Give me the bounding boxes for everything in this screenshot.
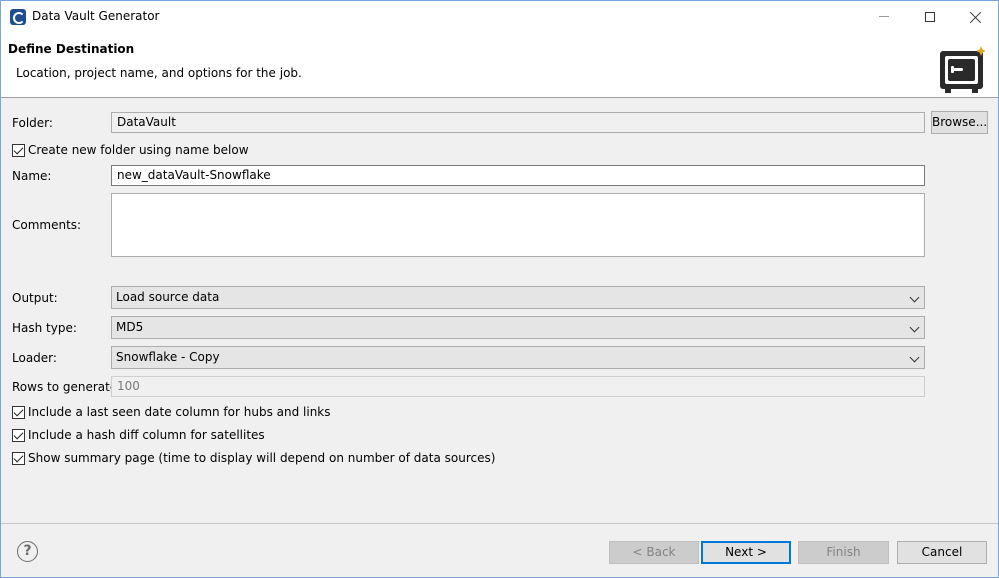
summary-page-checkbox[interactable] bbox=[12, 451, 25, 465]
hash-type-selected-value: MD5 bbox=[116, 320, 144, 334]
browse-button[interactable]: Browse... bbox=[931, 111, 988, 134]
folder-field[interactable]: DataVault bbox=[111, 112, 925, 133]
minimize-button[interactable] bbox=[861, 1, 907, 32]
output-select[interactable]: Load source data bbox=[111, 286, 925, 309]
create-folder-label: Create new folder using name below bbox=[28, 143, 249, 157]
chevron-down-icon bbox=[909, 322, 920, 333]
create-folder-checkbox[interactable] bbox=[12, 143, 25, 157]
rows-input[interactable]: 100 bbox=[111, 376, 925, 397]
rows-label: Rows to generate: bbox=[12, 380, 122, 394]
hash-diff-label: Include a hash diff column for satellite… bbox=[28, 428, 265, 442]
create-folder-checkbox-row[interactable]: Create new folder using name below bbox=[12, 142, 249, 158]
vault-safe-icon bbox=[940, 46, 985, 93]
app-logo-icon bbox=[10, 9, 26, 25]
summary-page-label: Show summary page (time to display will … bbox=[28, 451, 496, 465]
wizard-header: Define Destination Location, project nam… bbox=[1, 32, 998, 98]
close-button[interactable] bbox=[953, 1, 999, 32]
last-seen-checkbox-row[interactable]: Include a last seen date column for hubs… bbox=[12, 404, 331, 420]
folder-label: Folder: bbox=[12, 116, 53, 130]
next-button[interactable]: Next > bbox=[701, 541, 791, 564]
footer-divider bbox=[1, 523, 998, 524]
loader-selected-value: Snowflake - Copy bbox=[116, 350, 220, 364]
page-title: Define Destination bbox=[8, 42, 135, 56]
name-label: Name: bbox=[12, 169, 52, 183]
comments-textarea[interactable] bbox=[111, 193, 925, 257]
close-icon bbox=[970, 11, 982, 23]
cancel-button[interactable]: Cancel bbox=[897, 541, 987, 564]
hash-type-select[interactable]: MD5 bbox=[111, 316, 925, 339]
chevron-down-icon bbox=[909, 352, 920, 363]
hash-type-label: Hash type: bbox=[12, 321, 77, 335]
dialog-window: Data Vault Generator Define Destination … bbox=[0, 0, 999, 578]
window-title: Data Vault Generator bbox=[32, 9, 160, 23]
maximize-icon bbox=[925, 11, 935, 22]
loader-select[interactable]: Snowflake - Copy bbox=[111, 346, 925, 369]
name-input[interactable]: new_dataVault-Snowflake bbox=[111, 165, 925, 186]
comments-label: Comments: bbox=[12, 218, 82, 232]
output-selected-value: Load source data bbox=[116, 290, 220, 304]
back-button[interactable]: < Back bbox=[609, 541, 699, 564]
hash-diff-checkbox-row[interactable]: Include a hash diff column for satellite… bbox=[12, 427, 265, 443]
chevron-down-icon bbox=[909, 292, 920, 303]
summary-page-checkbox-row[interactable]: Show summary page (time to display will … bbox=[12, 450, 495, 466]
last-seen-checkbox[interactable] bbox=[12, 405, 25, 419]
output-label: Output: bbox=[12, 291, 58, 305]
minimize-icon bbox=[879, 16, 889, 17]
hash-diff-checkbox[interactable] bbox=[12, 428, 25, 442]
maximize-button[interactable] bbox=[907, 1, 953, 32]
last-seen-label: Include a last seen date column for hubs… bbox=[28, 405, 331, 419]
page-description: Location, project name, and options for … bbox=[16, 66, 302, 80]
title-bar[interactable]: Data Vault Generator bbox=[1, 1, 998, 32]
help-icon[interactable]: ? bbox=[17, 541, 38, 562]
loader-label: Loader: bbox=[12, 351, 57, 365]
finish-button[interactable]: Finish bbox=[798, 541, 889, 564]
